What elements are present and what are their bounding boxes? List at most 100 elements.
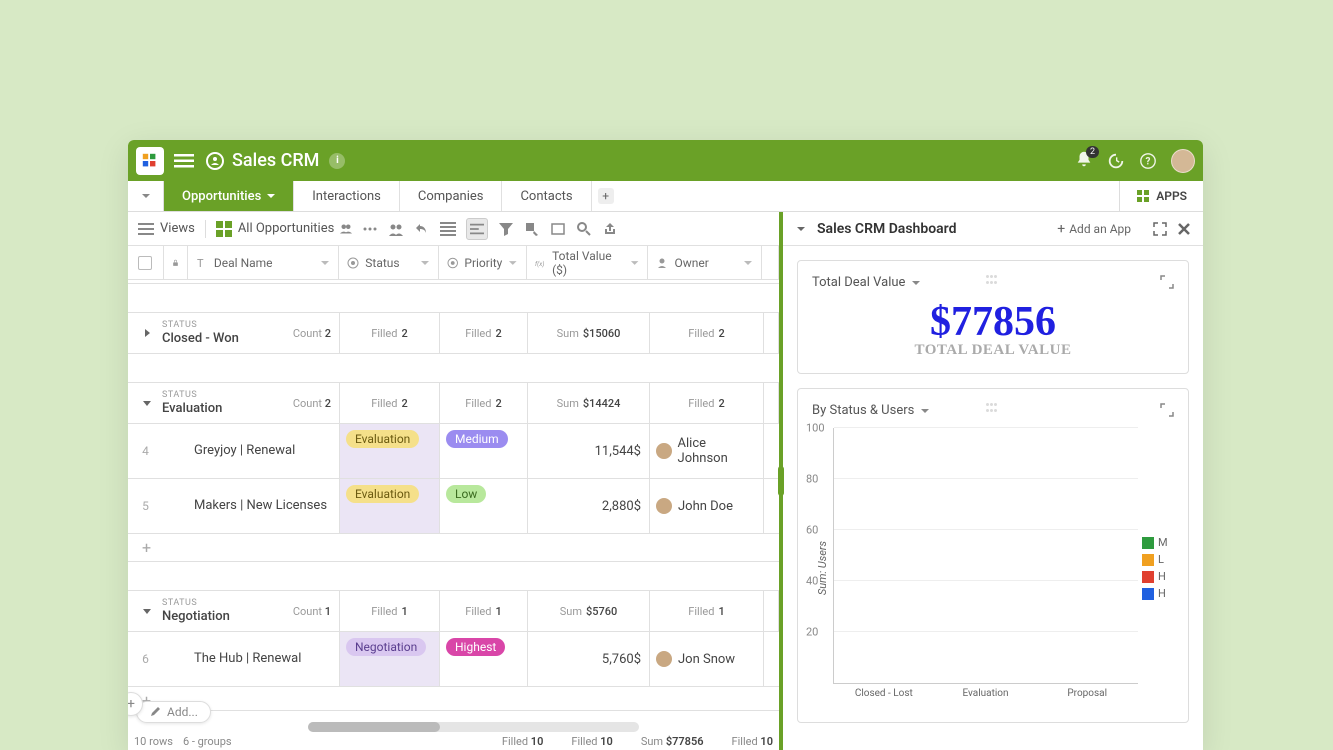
share-icon[interactable] <box>388 221 404 237</box>
cell-owner[interactable]: John Doe <box>650 479 764 533</box>
add-tab-button[interactable]: + <box>598 188 614 204</box>
format-icon[interactable] <box>524 221 540 237</box>
collapse-icon[interactable] <box>795 223 807 235</box>
group-header[interactable]: STATUSNegotiationCount 1 Filled 1 Filled… <box>128 590 779 632</box>
cell-value[interactable]: 11,544$ <box>528 424 650 478</box>
tab-contacts[interactable]: Contacts <box>502 181 591 211</box>
column-headers: T Deal Name Status Priority f(x) Total V… <box>128 246 779 280</box>
collapse-group-icon[interactable] <box>142 398 152 408</box>
chart-y-tick: 20 <box>806 626 818 639</box>
cell-priority[interactable]: Highest <box>440 632 528 686</box>
help-icon[interactable]: ? <box>1139 152 1157 170</box>
cell-priority[interactable]: Low <box>440 479 528 533</box>
drag-handle-icon[interactable] <box>986 403 1000 413</box>
group-header[interactable]: STATUSEvaluationCount 2 Filled 2 Filled … <box>128 382 779 424</box>
tab-interactions[interactable]: Interactions <box>294 181 400 211</box>
app-logo[interactable] <box>136 147 164 175</box>
more-icon[interactable] <box>362 221 378 237</box>
apps-button[interactable]: APPS <box>1119 181 1203 211</box>
table-row[interactable]: 6 The Hub | Renewal Negotiation Highest … <box>128 632 779 687</box>
group-name: Negotiation <box>162 609 230 625</box>
checkbox-icon <box>138 256 152 270</box>
owner-avatar-icon <box>656 443 672 459</box>
group-header[interactable]: STATUSClosed - WonCount 2 Filled 2 Fille… <box>128 312 779 354</box>
group-prefix: STATUS <box>162 390 222 401</box>
tab-companies[interactable]: Companies <box>400 181 503 211</box>
user-avatar[interactable] <box>1171 149 1195 173</box>
cell-status[interactable]: Evaluation <box>340 479 440 533</box>
legend-swatch <box>1142 571 1154 583</box>
column-status[interactable]: Status <box>339 246 439 279</box>
select-type-icon <box>447 257 458 269</box>
search-icon[interactable] <box>576 221 592 237</box>
row-number: 6 <box>128 632 164 686</box>
column-owner[interactable]: Owner <box>648 246 762 279</box>
filter-icon[interactable] <box>498 221 514 237</box>
table-row[interactable]: 4 Greyjoy | Renewal Evaluation Medium 11… <box>128 424 779 479</box>
column-priority[interactable]: Priority <box>439 246 527 279</box>
widget-expand-icon[interactable] <box>1160 275 1174 289</box>
cell-owner[interactable]: Jon Snow <box>650 632 764 686</box>
user-type-icon <box>656 257 668 269</box>
legend-label: L <box>1158 553 1164 566</box>
wrap-text-icon[interactable] <box>466 218 488 240</box>
add-row-button[interactable]: + <box>128 534 779 562</box>
widget-title: Total Deal Value <box>812 275 905 290</box>
legend-swatch <box>1142 537 1154 549</box>
cell-value[interactable]: 5,760$ <box>528 632 650 686</box>
cell-status[interactable]: Negotiation <box>340 632 440 686</box>
scrollbar-thumb[interactable] <box>308 722 440 732</box>
undo-icon[interactable] <box>414 221 430 237</box>
drag-handle-icon[interactable] <box>986 275 1000 285</box>
add-row-chip[interactable]: + Add... <box>136 701 211 723</box>
chart-y-tick: 100 <box>806 422 825 435</box>
resize-handle[interactable] <box>778 466 784 496</box>
notification-badge: 2 <box>1086 146 1099 158</box>
cell-deal-name[interactable]: Makers | New Licenses <box>188 479 340 533</box>
tab-opportunities[interactable]: Opportunities <box>164 181 294 211</box>
grid-footer: + Add... 10 rows 6 - groups Filled 10 Fi… <box>128 710 779 750</box>
column-total-value[interactable]: f(x) Total Value ($) <box>527 246 649 279</box>
cell-status[interactable]: Evaluation <box>340 424 440 478</box>
cell-owner[interactable]: Alice Johnson <box>650 424 764 478</box>
table-row[interactable]: 5 Makers | New Licenses Evaluation Low 2… <box>128 479 779 534</box>
add-row-button[interactable]: + <box>128 687 779 710</box>
close-icon[interactable] <box>1177 222 1191 236</box>
chevron-down-icon <box>630 258 639 268</box>
cell-value[interactable]: 2,880$ <box>528 479 650 533</box>
dashboard-header: Sales CRM Dashboard + Add an App <box>783 212 1203 246</box>
export-icon[interactable] <box>602 221 618 237</box>
view-selector[interactable]: All Opportunities <box>216 221 352 237</box>
group-agg-owner: Filled 1 <box>650 591 764 631</box>
widget-expand-icon[interactable] <box>1160 403 1174 417</box>
chart: Sum: Users 20406080100 Closed - LostEval… <box>812 428 1174 708</box>
dashboard-body[interactable]: Total Deal Value $77856 TOTAL DEAL VALUE… <box>783 246 1203 750</box>
apps-label: APPS <box>1156 189 1187 203</box>
cell-deal-name[interactable]: Greyjoy | Renewal <box>188 424 340 478</box>
views-button[interactable]: Views <box>138 221 195 237</box>
color-icon[interactable] <box>550 221 566 237</box>
hamburger-icon[interactable] <box>174 151 194 171</box>
owner-name: John Doe <box>678 499 733 514</box>
legend-swatch <box>1142 554 1154 566</box>
add-app-button[interactable]: + Add an App <box>1057 221 1131 237</box>
column-deal-name[interactable]: T Deal Name <box>188 246 339 279</box>
cell-priority[interactable]: Medium <box>440 424 528 478</box>
cell-deal-name[interactable]: The Hub | Renewal <box>188 632 340 686</box>
priority-badge: Low <box>446 485 486 503</box>
select-all-header[interactable] <box>128 246 164 279</box>
horizontal-scrollbar[interactable] <box>308 722 639 732</box>
chart-y-tick: 60 <box>806 524 818 537</box>
legend-swatch <box>1142 588 1154 600</box>
grid-body[interactable]: STATUSClosed - WonCount 2 Filled 2 Fille… <box>128 280 779 710</box>
collapse-group-icon[interactable] <box>142 606 152 616</box>
expand-group-icon[interactable] <box>142 328 152 338</box>
history-icon[interactable] <box>1107 152 1125 170</box>
tab-nav-dropdown[interactable] <box>128 181 164 211</box>
notifications-button[interactable]: 2 <box>1075 150 1093 172</box>
collaborators-icon <box>340 223 352 235</box>
workspace-icon[interactable] <box>206 152 224 170</box>
info-icon[interactable]: i <box>329 153 345 169</box>
expand-icon[interactable] <box>1153 222 1167 236</box>
row-height-icon[interactable] <box>440 221 456 237</box>
